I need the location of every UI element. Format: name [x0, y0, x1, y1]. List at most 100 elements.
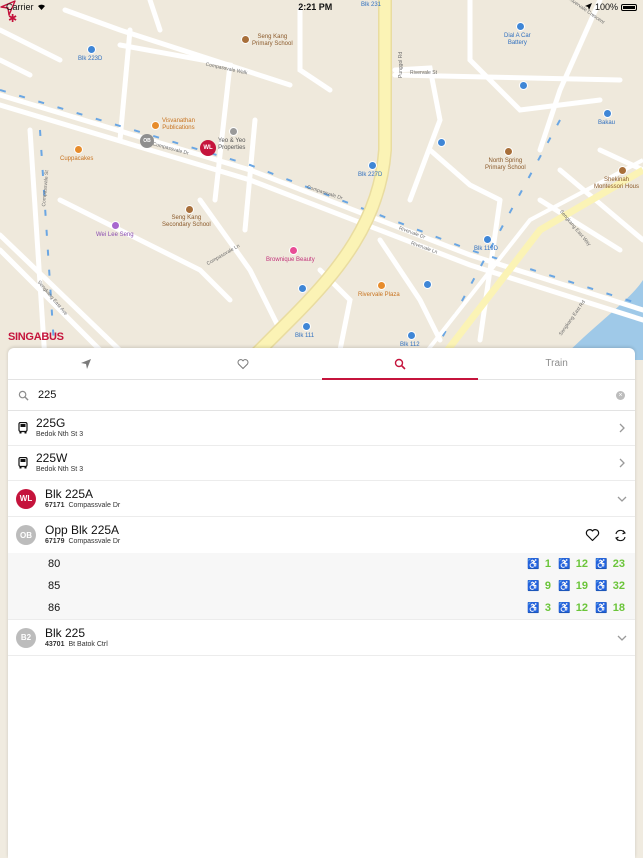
map-label-brownique[interactable]: Brownique Beauty [266, 257, 315, 264]
tab-train-label: Train [545, 358, 568, 369]
wheelchair-icon: ♿ [527, 558, 540, 570]
bus-stop-icon[interactable] [603, 109, 612, 118]
map-label-wei-lee-seng[interactable]: Wei Lee Seng [96, 232, 134, 239]
battery-icon [621, 3, 637, 11]
map-label-cuppacakes[interactable]: Cuppacakes [60, 156, 93, 163]
arrival-minutes: 18 [612, 602, 625, 614]
map-label-yeo-yeo[interactable]: Yeo & Yeo Properties [218, 138, 245, 152]
tab-search[interactable] [321, 348, 479, 380]
wheelchair-icon: ♿ [558, 580, 571, 592]
stop-badge: WL [16, 488, 36, 509]
map-label-seng-kang-primary[interactable]: Seng Kang Primary School [252, 34, 293, 48]
school-icon [241, 35, 250, 44]
clear-search-icon[interactable]: × [616, 390, 625, 400]
stop-row-blk-225[interactable]: B2 Blk 225 43701 Bt Batok Ctrl [8, 620, 635, 656]
road-label-rivervale-st: Rivervale St [410, 70, 437, 76]
tab-nearby[interactable] [8, 348, 165, 379]
tab-train[interactable]: Train [478, 348, 635, 379]
service-row-225g[interactable]: 225G Bedok Nth St 3 [8, 411, 635, 446]
arrival-times: ♿ 9 ♿ 19 ♿ 32 [514, 580, 625, 592]
arrival-time: ♿ 18 [588, 602, 625, 614]
school-icon [504, 147, 513, 156]
wheelchair-icon: ♿ [595, 602, 608, 614]
chevron-down-icon[interactable] [617, 494, 627, 504]
map-label-dial-a-car[interactable]: Dial A Car Battery [504, 33, 531, 47]
bus-stop-icon[interactable] [368, 161, 377, 170]
map-label-seng-kang-secondary[interactable]: Seng Kang Secondary School [162, 215, 211, 229]
publisher-icon [151, 121, 160, 130]
bus-stop-icon[interactable] [302, 322, 311, 331]
bus-stop-icon[interactable] [407, 331, 416, 340]
service-info: 225W Bedok Nth St 3 [36, 451, 617, 475]
favorite-heart-icon[interactable] [585, 528, 600, 542]
arrival-service: 85 [48, 580, 61, 592]
wheelchair-icon: ♿ [527, 602, 540, 614]
service-row-225w[interactable]: 225W Bedok Nth St 3 [8, 446, 635, 481]
arrival-time: ♿ 9 [514, 580, 551, 592]
stop-name: Blk 225 [45, 625, 86, 640]
status-right: 100% [584, 2, 637, 12]
map-label-visvanathan[interactable]: Visvanathan Publications [162, 118, 195, 132]
stop-info: Opp Blk 225A 67179 Compassvale Dr [45, 523, 585, 547]
stop-name: Blk 225A [45, 486, 94, 501]
arrival-row[interactable]: 85 ♿ 9 ♿ 19 ♿ 32 [8, 575, 635, 597]
service-route: Bedok Nth St 3 [36, 431, 84, 438]
arrival-minutes: 23 [612, 558, 625, 570]
bottom-panel: Train × 225G Bedok Nth St 3 225W Bedok N… [8, 348, 635, 858]
search-bar: × [8, 380, 635, 411]
map-view[interactable]: Seng Kang Primary School Blk 223D Visvan… [0, 0, 643, 360]
status-bar: Carrier 2:21 PM 100% [0, 0, 643, 14]
service-info: 225G Bedok Nth St 3 [36, 416, 617, 440]
map-label-north-spring[interactable]: North Spring Primary School [485, 158, 526, 172]
map-label-blk-223d: Blk 223D [78, 56, 103, 62]
office-icon [229, 127, 238, 136]
tab-favorites[interactable] [165, 348, 322, 379]
stop-badge: B2 [16, 627, 36, 648]
search-input[interactable] [38, 389, 616, 401]
parking-icon [519, 81, 528, 90]
map-label-blk-111: Blk 111 [295, 333, 315, 339]
chevron-down-icon[interactable] [617, 633, 627, 643]
school-icon [618, 166, 627, 175]
stop-code: 43701 [45, 640, 65, 648]
location-arrow-icon [81, 358, 92, 369]
bus-stop-icon[interactable] [87, 45, 96, 54]
location-services-icon [584, 2, 592, 12]
arrival-row[interactable]: 86 ♿ 3 ♿ 12 ♿ 18 [8, 597, 635, 619]
stop-info: Blk 225 43701 Bt Batok Ctrl [45, 626, 617, 650]
service-number: 225W [36, 451, 68, 465]
search-icon [18, 390, 29, 401]
map-label-rivervale-plaza[interactable]: Rivervale Plaza [358, 292, 400, 299]
wheelchair-icon: ♿ [558, 558, 571, 570]
mall-icon [377, 281, 386, 290]
map-label-blk-119d: Blk 119D [474, 246, 498, 252]
heart-icon [237, 358, 249, 369]
bus-icon [18, 422, 28, 434]
stop-road: Compassvale Dr [68, 538, 121, 545]
parking-icon [298, 284, 307, 293]
battery-percent: 100% [594, 2, 618, 12]
arrival-time: ♿ 1 [514, 558, 551, 570]
arrival-row[interactable]: 80 ♿ 1 ♿ 12 ♿ 23 [8, 553, 635, 575]
map-label-shekinah[interactable]: Shekinah Montessori Hous [594, 177, 639, 191]
car-service-icon [516, 22, 525, 31]
stop-code: 67171 [45, 501, 65, 509]
stop-row-blk-225a[interactable]: WL Blk 225A 67171 Compassvale Dr [8, 481, 635, 517]
search-icon [394, 358, 406, 370]
arrival-service: 80 [48, 558, 61, 570]
chevron-right-icon [619, 423, 625, 433]
refresh-icon[interactable] [614, 529, 627, 542]
bus-stop-marker-wl[interactable]: WL [200, 140, 216, 156]
bus-stop-marker-ob[interactable]: OB [140, 134, 154, 148]
parking-icon [423, 280, 432, 289]
status-left: Carrier [6, 2, 46, 12]
stop-row-opp-blk-225a[interactable]: OB Opp Blk 225A 67179 Compassvale Dr [8, 517, 635, 553]
map-label-bakau: Bakau [598, 120, 616, 126]
arrival-minutes: 12 [575, 558, 588, 570]
tab-bar: Train [8, 348, 635, 380]
clock: 2:21 PM [298, 2, 333, 12]
wheelchair-icon: ♿ [527, 580, 540, 592]
chevron-right-icon [619, 458, 625, 468]
stop-code: 67179 [45, 538, 65, 545]
bus-stop-icon[interactable] [483, 235, 492, 244]
